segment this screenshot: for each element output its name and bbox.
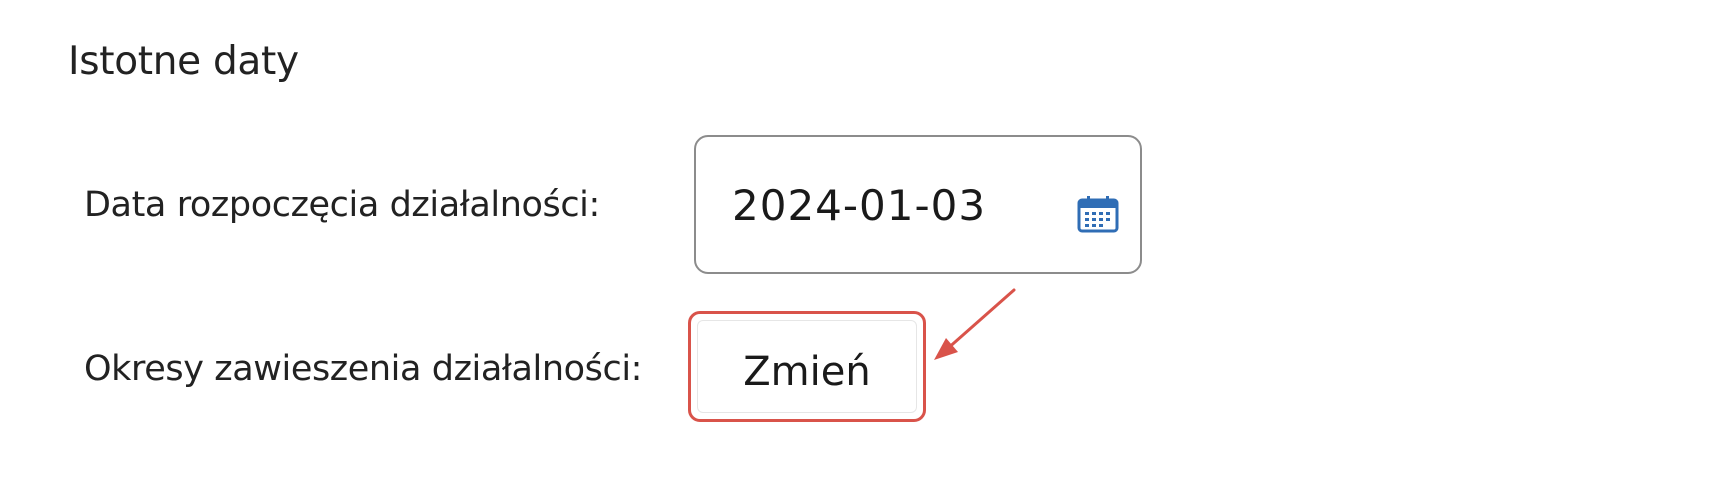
start-date-value[interactable]: 2024-01-03: [732, 185, 986, 227]
change-button-label: Zmień: [743, 349, 871, 395]
suspension-periods-label: Okresy zawieszenia działalności:: [84, 349, 643, 389]
start-date-field[interactable]: 2024-01-03: [694, 135, 1142, 274]
change-suspension-button[interactable]: Zmień: [688, 311, 926, 422]
start-date-label: Data rozpoczęcia działalności:: [84, 185, 600, 225]
section-title: Istotne daty: [68, 39, 299, 84]
important-dates-section: Istotne daty Data rozpoczęcia działalnoś…: [0, 0, 1724, 493]
calendar-icon[interactable]: [1076, 194, 1120, 234]
